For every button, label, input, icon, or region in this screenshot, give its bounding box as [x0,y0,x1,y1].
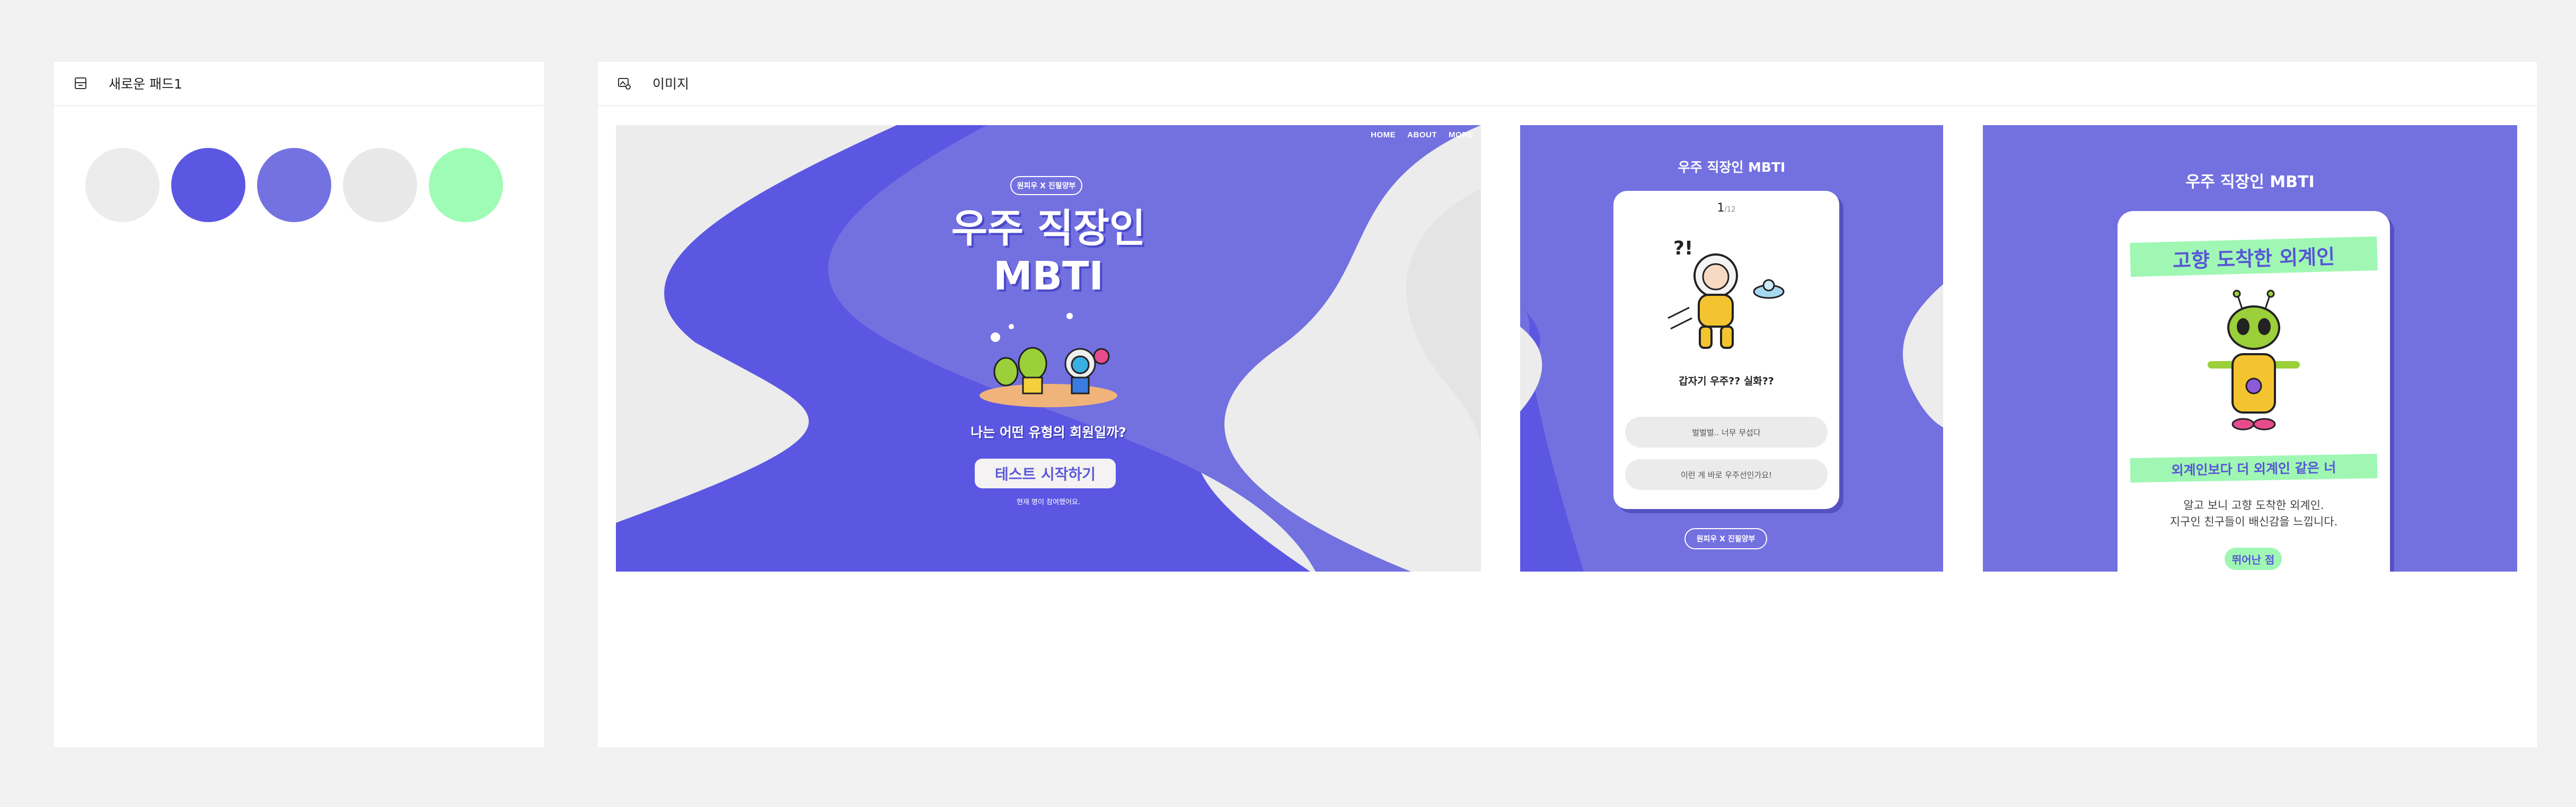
landing-title-line2: MBTI [993,253,1104,299]
pad-panel: 새로운 패드1 [54,62,544,748]
result-description-line2: 지구인 친구들이 배신감을 느낍니다. [2169,515,2338,528]
landing-page-screenshot[interactable]: HOME ABOUT MORE 원피우 X 진필양부 우주 직장인 MBTI 나… [616,125,1481,572]
swatch-mint[interactable] [429,148,503,222]
progress-total: /12 [1724,206,1736,214]
progress-current: 1 [1717,201,1725,215]
image-panel-title[interactable]: 이미지 [652,74,689,93]
question-page-screenshot[interactable]: 우주 직장인 MBTI 1/12 ?! 갑자기 우주?? 실화?? 벌벌벌.. … [1520,125,1943,572]
swatch-indigo[interactable] [171,148,245,222]
result-page-title: 우주 직장인 MBTI [2185,173,2315,191]
question-progress: 1/12 [1613,201,1839,215]
answer-option-2[interactable]: 이런 게 바로 우주선인가요! [1625,459,1828,490]
alien-illustration [2208,290,2300,431]
nav-about[interactable]: ABOUT [1407,130,1437,139]
strength-label: 뛰어난 점 [2225,548,2282,570]
landing-title-line1: 우주 직장인 [951,206,1146,251]
swatch-light-gray-1[interactable] [85,148,160,222]
question-text: 갑자기 우주?? 실화?? [1679,375,1774,387]
swatch-periwinkle[interactable] [257,148,331,222]
image-panel-header: 이미지 [597,62,2537,106]
start-test-button[interactable]: 테스트 시작하기 [975,459,1116,488]
result-name-ribbon: 고향 도착한 외계인 [2130,236,2378,277]
svg-text:?!: ?! [1673,238,1693,259]
pad-title[interactable]: 새로운 패드1 [109,74,182,93]
color-swatches [85,148,503,222]
nav-more[interactable]: MORE [1449,130,1474,139]
result-card: 고향 도착한 외계인 외계인보다 더 외계인 같은 너 알고 보니 고향 도착한… [2118,211,2390,572]
question-card: 1/12 ?! 갑자기 우주?? 실화?? 벌벌벌.. 너무 무섭다 이런 게 … [1613,191,1839,509]
question-footer-badge: 원피우 X 진필양부 [1684,528,1767,549]
landing-nav: HOME ABOUT MORE [1371,130,1474,139]
participant-note: 현재 명이 참여했어요. [1016,498,1081,506]
swatch-light-gray-2[interactable] [343,148,417,222]
result-page-screenshot[interactable]: 우주 직장인 MBTI 고향 도착한 외계인 외계인보다 더 외계인 같은 너 … [1983,125,2517,572]
landing-badge: 원피우 X 진필양부 [1010,176,1082,195]
question-page-title: 우주 직장인 MBTI [1678,160,1786,175]
astronaut-illustration: ?! [1668,238,1785,349]
result-description-line1: 알고 보니 고향 도착한 외계인. [2183,499,2324,512]
drawer-icon[interactable] [74,76,87,90]
image-icon[interactable] [617,76,631,90]
landing-subtitle: 나는 어떤 유형의 회원일까? [971,425,1126,440]
pad-panel-header: 새로운 패드1 [54,62,544,106]
aliens-illustration [980,313,1117,407]
result-tagline-ribbon: 외계인보다 더 외계인 같은 너 [2130,453,2378,483]
answer-option-1[interactable]: 벌벌벌.. 너무 무섭다 [1625,417,1828,448]
nav-home[interactable]: HOME [1371,130,1396,139]
